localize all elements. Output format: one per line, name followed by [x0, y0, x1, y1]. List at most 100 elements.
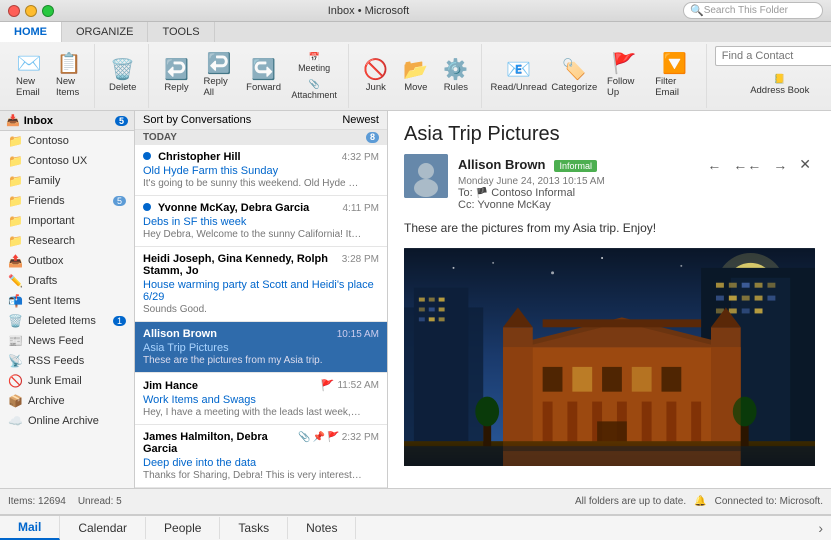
maximize-button[interactable]: [42, 5, 54, 17]
email-body: These are the pictures from my Asia trip…: [404, 221, 815, 235]
sidebar-item-news[interactable]: 📰 News Feed: [0, 331, 134, 351]
sidebar-item-sent[interactable]: 📬 Sent Items: [0, 291, 134, 311]
sidebar-item-contoso[interactable]: 📁 Contoso: [0, 131, 134, 151]
flag-icon-2: 🚩: [327, 432, 339, 443]
email-list-header: Sort by Conversations Newest: [135, 111, 387, 130]
email-date: Monday June 24, 2013 10:15 AM: [458, 176, 605, 187]
sidebar-item-important[interactable]: 📁 Important: [0, 211, 134, 231]
email-item-1[interactable]: Christopher Hill 4:32 PM Old Hyde Farm t…: [135, 145, 387, 196]
forward-button[interactable]: ↪️ Forward: [243, 56, 285, 97]
email-nav: ← ←← → ✕: [703, 154, 815, 175]
address-book-icon: 📒: [774, 74, 786, 85]
close-button[interactable]: [8, 5, 20, 17]
sidebar-item-contoso-ux[interactable]: 📁 Contoso UX: [0, 151, 134, 171]
folder-icon: 📁: [8, 214, 23, 228]
email-time: 4:11 PM: [343, 203, 380, 214]
reply-all-button[interactable]: ↩️ Reply All: [197, 50, 240, 102]
nav-notes[interactable]: Notes: [288, 517, 356, 539]
meeting-button[interactable]: 📅 Meeting: [286, 50, 342, 75]
follow-up-button[interactable]: 🚩 Follow Up: [601, 50, 647, 102]
sidebar-item-friends[interactable]: 📁 Friends 5: [0, 191, 134, 211]
asia-trip-image: [404, 247, 815, 467]
email-category-tag: Informal: [554, 160, 597, 172]
email-item-4[interactable]: Allison Brown 10:15 AM Asia Trip Picture…: [135, 322, 387, 373]
nav-close-button[interactable]: ✕: [795, 154, 815, 175]
filter-icon: 🔽: [662, 54, 687, 74]
reply-icon: ↩️: [164, 60, 189, 80]
read-unread-button[interactable]: 📧 Read/Unread: [490, 56, 548, 97]
email-time: 3:28 PM: [342, 254, 379, 265]
read-unread-icon: 📧: [506, 60, 531, 80]
email-sender: Heidi Joseph, Gina Kennedy, Rolph Stamm,…: [143, 253, 342, 277]
junk-button[interactable]: 🚫 Junk: [357, 56, 395, 97]
email-item-5[interactable]: Jim Hance 🚩 11:52 AM Work Items and Swag…: [135, 373, 387, 425]
folder-icon: 📁: [8, 154, 23, 168]
find-contact-input[interactable]: [715, 46, 831, 66]
sidebar-item-drafts[interactable]: ✏️ Drafts: [0, 271, 134, 291]
expand-nav-button[interactable]: ›: [810, 520, 831, 536]
tab-organize[interactable]: ORGANIZE: [62, 22, 148, 42]
sidebar-item-research[interactable]: 📁 Research: [0, 231, 134, 251]
sidebar-item-online-archive[interactable]: ☁️ Online Archive: [0, 411, 134, 431]
email-item-3[interactable]: Heidi Joseph, Gina Kennedy, Rolph Stamm,…: [135, 247, 387, 322]
nav-back-all-button[interactable]: ←←: [729, 155, 765, 175]
email-time: 10:15 AM: [337, 329, 379, 340]
flag-icon: 🚩: [321, 379, 335, 392]
sidebar-inbox-count: 5: [115, 116, 128, 126]
reply-button[interactable]: ↩️ Reply: [157, 56, 195, 97]
new-items-button[interactable]: 📋 New Items: [50, 50, 88, 102]
email-subject: Deep dive into the data: [143, 457, 379, 469]
move-icon: 📂: [403, 60, 428, 80]
attachment-button[interactable]: 📎 Attachment: [286, 77, 342, 102]
outbox-icon: 📤: [8, 254, 23, 268]
email-preview: Sounds Good.: [143, 304, 363, 315]
sidebar-item-archive[interactable]: 📦 Archive: [0, 391, 134, 411]
nav-mail[interactable]: Mail: [0, 516, 60, 540]
email-photo: [404, 247, 815, 467]
sidebar-item-deleted[interactable]: 🗑️ Deleted Items 1: [0, 311, 134, 331]
sidebar-item-junk[interactable]: 🚫 Junk Email: [0, 371, 134, 391]
nav-tasks[interactable]: Tasks: [220, 517, 288, 539]
nav-people[interactable]: People: [146, 517, 220, 539]
order-label[interactable]: Newest: [342, 114, 379, 126]
new-email-button[interactable]: ✉️ New Email: [10, 50, 48, 102]
nav-forward-button[interactable]: →: [769, 155, 791, 175]
filter-email-button[interactable]: 🔽 Filter Email: [649, 50, 700, 102]
news-icon: 📰: [8, 334, 23, 348]
categorize-button[interactable]: 🏷️ Categorize: [550, 56, 599, 97]
email-subject: Old Hyde Farm this Sunday: [143, 165, 379, 177]
sidebar-item-outbox[interactable]: 📤 Outbox: [0, 251, 134, 271]
email-item-6[interactable]: James Halmilton, Debra Garcia 📎 📌 🚩 2:32…: [135, 425, 387, 488]
move-button[interactable]: 📂 Move: [397, 56, 435, 97]
ribbon-group-new: ✉️ New Email 📋 New Items: [4, 44, 95, 108]
sidebar-item-family[interactable]: 📁 Family: [0, 171, 134, 191]
cc-label: Cc:: [458, 199, 477, 211]
sort-label[interactable]: Sort by Conversations: [143, 114, 251, 126]
items-count: Items: 12694: [8, 496, 66, 507]
unread-indicator: [143, 203, 151, 211]
email-preview: Hey, I have a meeting with the leads las…: [143, 407, 363, 418]
sender-avatar: [404, 154, 448, 198]
email-sender: Christopher Hill: [143, 151, 241, 163]
delete-button[interactable]: 🗑️ Delete: [103, 56, 142, 97]
nav-calendar[interactable]: Calendar: [60, 517, 146, 539]
sidebar-item-rss[interactable]: 📡 RSS Feeds: [0, 351, 134, 371]
reading-pane: Asia Trip Pictures Allison Brown Informa…: [388, 111, 831, 488]
email-title: Asia Trip Pictures: [404, 123, 815, 146]
rules-button[interactable]: ⚙️ Rules: [437, 56, 475, 97]
junk-icon: 🚫: [363, 60, 388, 80]
nav-back-button[interactable]: ←: [703, 155, 725, 175]
tab-tools[interactable]: TOOLS: [148, 22, 214, 42]
connected-status: Connected to: Microsoft.: [715, 496, 823, 507]
date-group-count: 8: [366, 132, 379, 143]
address-book-button[interactable]: 📒 Address Book: [744, 70, 815, 100]
email-sender: Yvonne McKay, Debra Garcia: [143, 202, 309, 214]
email-preview: Hey Debra, Welcome to the sunny Californ…: [143, 229, 363, 240]
folder-search[interactable]: 🔍 Search This Folder: [683, 2, 823, 19]
minimize-button[interactable]: [25, 5, 37, 17]
email-item-2[interactable]: Yvonne McKay, Debra Garcia 4:11 PM Debs …: [135, 196, 387, 247]
window-controls: [8, 5, 54, 17]
drafts-icon: ✏️: [8, 274, 23, 288]
statusbar: Items: 12694 Unread: 5 All folders are u…: [0, 488, 831, 514]
tab-home[interactable]: HOME: [0, 22, 62, 42]
